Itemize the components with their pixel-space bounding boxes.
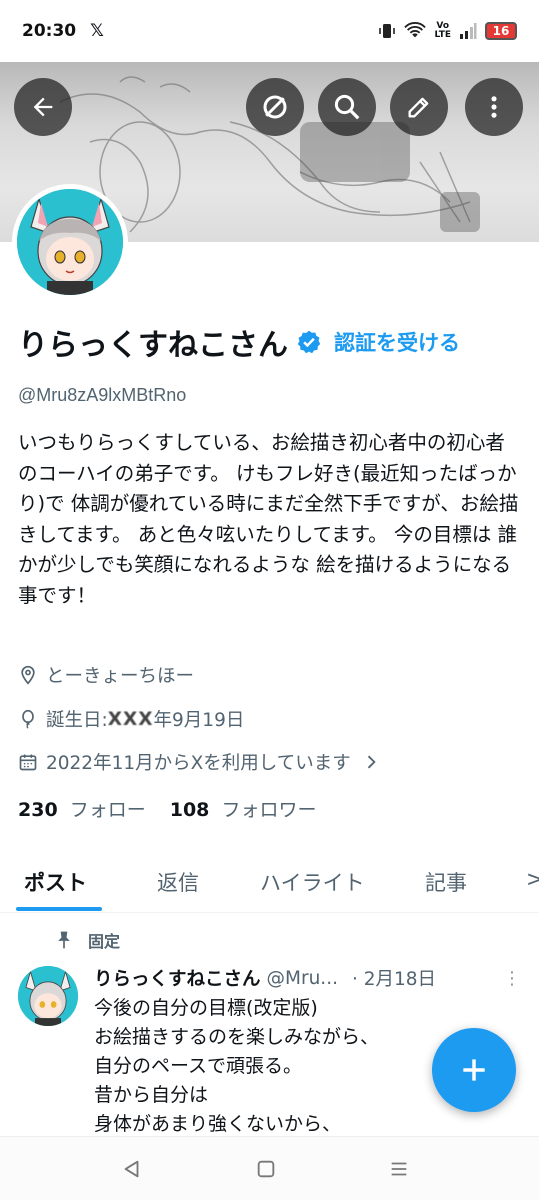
status-bar: 20:30 𝕏 Vo LTE 16	[0, 0, 539, 62]
profile-tabs: ポスト 返信 ハイライト 記事 >	[0, 855, 539, 913]
search-button[interactable]	[318, 78, 376, 136]
wifi-icon	[404, 22, 427, 38]
tweet-header: りらっくすねこさん @Mru... · 2月18日 ⋮	[94, 965, 521, 991]
signal-icon	[460, 23, 477, 39]
status-time: 20:30	[22, 21, 77, 41]
tweet-line: 身体があまり強くないから、	[94, 1113, 342, 1134]
pin-icon	[58, 931, 70, 949]
compose-post-button[interactable]	[432, 1028, 516, 1112]
tab-posts[interactable]: ポスト	[24, 867, 87, 897]
grok-button[interactable]	[246, 78, 304, 136]
pinned-label-row: 固定	[54, 928, 120, 952]
slash-circle-icon	[263, 95, 287, 119]
pinned-text: 固定	[88, 932, 121, 951]
triangle-back-icon	[124, 1160, 139, 1178]
followers-link[interactable]: 108 フォロワー	[170, 795, 317, 822]
location-row: とーきょーちほー	[18, 662, 194, 688]
chevron-right-icon	[367, 755, 376, 769]
active-tab-indicator	[16, 907, 102, 911]
tab-more-arrow[interactable]: >	[526, 867, 539, 891]
square-home-icon	[257, 1160, 275, 1178]
nav-home-button[interactable]	[252, 1155, 280, 1183]
battery-indicator: 16	[485, 22, 517, 40]
nav-back-button[interactable]	[118, 1155, 146, 1183]
profile-bio: いつもりらっくすしている、お絵描き初心者中の初心者のコーハイの弟子です。 けもフ…	[18, 431, 519, 607]
back-button[interactable]	[14, 78, 72, 136]
edit-button[interactable]	[390, 78, 448, 136]
plus-icon	[463, 1059, 485, 1081]
profile-avatar[interactable]	[12, 184, 128, 300]
avatar-image	[17, 189, 123, 295]
tab-replies[interactable]: 返信	[157, 867, 199, 897]
location-pin-icon	[21, 665, 35, 685]
tweet-author-handle: @Mru...	[266, 967, 338, 989]
birthday-row: 誕生日: XXX 年9月19日	[18, 706, 244, 732]
more-button[interactable]	[465, 78, 523, 136]
following-label: フォロー	[69, 799, 146, 821]
tab-articles[interactable]: 記事	[425, 867, 467, 897]
followers-count: 108	[169, 799, 210, 821]
tweet-more-icon[interactable]: ⋮	[503, 968, 521, 989]
menu-lines-icon	[391, 1162, 407, 1176]
joined-row[interactable]: 2022年11月からXを利用しています	[18, 749, 381, 775]
location-text: とーきょーちほー	[46, 666, 195, 687]
tab-highlights[interactable]: ハイライト	[260, 867, 365, 897]
status-icons: Vo LTE 16	[378, 22, 517, 40]
birthday-suffix: 年9月19日	[153, 710, 245, 731]
more-vertical-icon	[491, 96, 497, 118]
system-nav-bar	[0, 1136, 539, 1200]
tweet-author-name[interactable]: りらっくすねこさん	[94, 965, 261, 991]
following-link[interactable]: 230 フォロー	[18, 795, 146, 822]
birthday-prefix: 誕生日:	[46, 710, 108, 731]
profile-name-row: りらっくすねこさん 認証を受ける	[18, 320, 521, 364]
pencil-icon	[408, 97, 429, 118]
tweet-line: 今後の自分の目標(改定版)	[94, 997, 318, 1019]
tweet-date[interactable]: · 2月18日	[352, 965, 436, 991]
volte-label: Vo LTE	[434, 21, 451, 40]
profile-handle: @Mru8zA9lxMBtRno	[18, 385, 187, 405]
following-count: 230	[18, 799, 58, 821]
balloon-icon	[22, 709, 34, 729]
tweet-avatar[interactable]	[18, 966, 78, 1026]
follow-counts: 230 フォロー 108 フォロワー	[18, 795, 316, 822]
search-icon	[334, 94, 360, 120]
display-name: りらっくすねこさん	[18, 328, 288, 363]
followers-label: フォロワー	[221, 799, 317, 821]
vibrate-icon	[379, 24, 396, 38]
x-logo-icon: 𝕏	[90, 21, 104, 41]
nav-recents-button[interactable]	[385, 1155, 413, 1183]
joined-text: 2022年11月からXを利用しています	[46, 753, 351, 774]
get-verified-link[interactable]: 認証を受ける	[334, 327, 460, 357]
calendar-icon	[19, 754, 37, 771]
arrow-left-icon	[33, 97, 53, 117]
verified-badge-icon[interactable]	[296, 329, 322, 355]
birthday-year-redacted: XXX	[107, 708, 154, 730]
